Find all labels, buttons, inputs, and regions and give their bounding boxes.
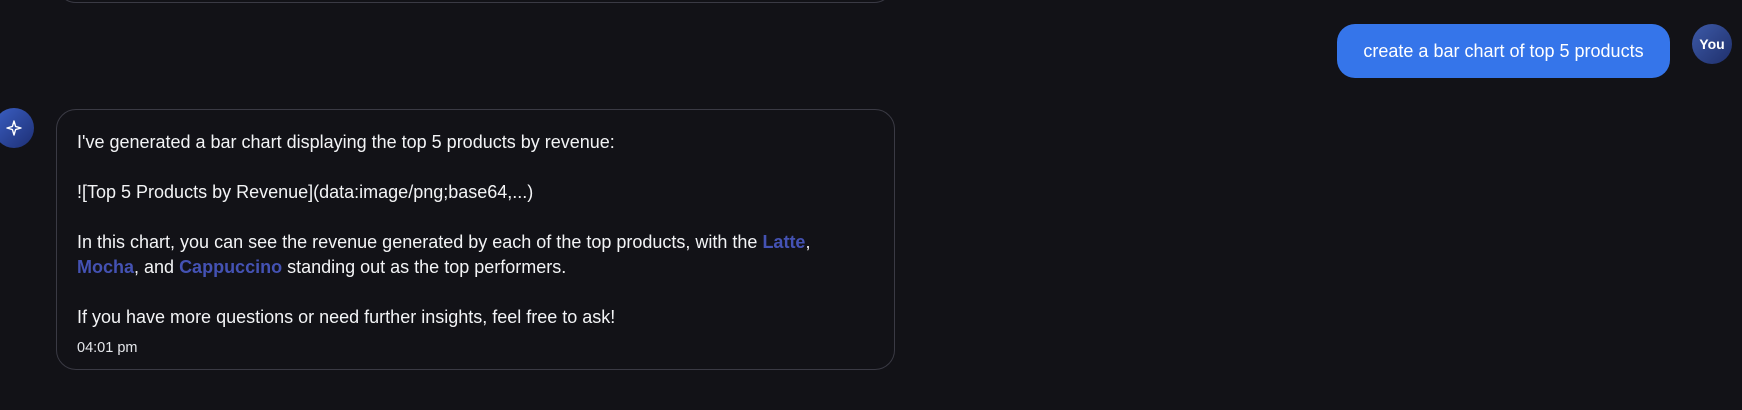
summary-text-4: standing out as the top performers. [282,257,567,277]
summary-text-2: , [805,232,811,252]
assistant-message-closing: If you have more questions or need furth… [77,307,616,327]
user-avatar-label: You [1699,36,1725,52]
summary-text-1: In this chart, you can see the revenue g… [77,232,763,252]
highlight-mocha: Mocha [77,257,135,277]
chat-view: create a bar chart of top 5 products You… [0,0,1742,410]
assistant-message-summary: In this chart, you can see the revenue g… [77,230,874,280]
previous-message-bubble [56,0,894,3]
assistant-message-image-markdown: ![Top 5 Products by Revenue](data:image/… [77,182,534,202]
user-message-bubble: create a bar chart of top 5 products [1337,24,1670,78]
assistant-message-intro: I've generated a bar chart displaying th… [77,132,615,152]
user-avatar: You [1692,24,1732,64]
highlight-cappuccino: Cappuccino [179,257,283,277]
message-timestamp: 04:01 pm [77,340,138,356]
summary-text-3: , and [134,257,180,277]
user-message-text: create a bar chart of top 5 products [1363,40,1644,61]
highlight-latte: Latte [762,232,806,252]
assistant-message-bubble: I've generated a bar chart displaying th… [56,109,895,370]
sparkle-icon [6,120,22,136]
assistant-avatar [0,108,34,148]
